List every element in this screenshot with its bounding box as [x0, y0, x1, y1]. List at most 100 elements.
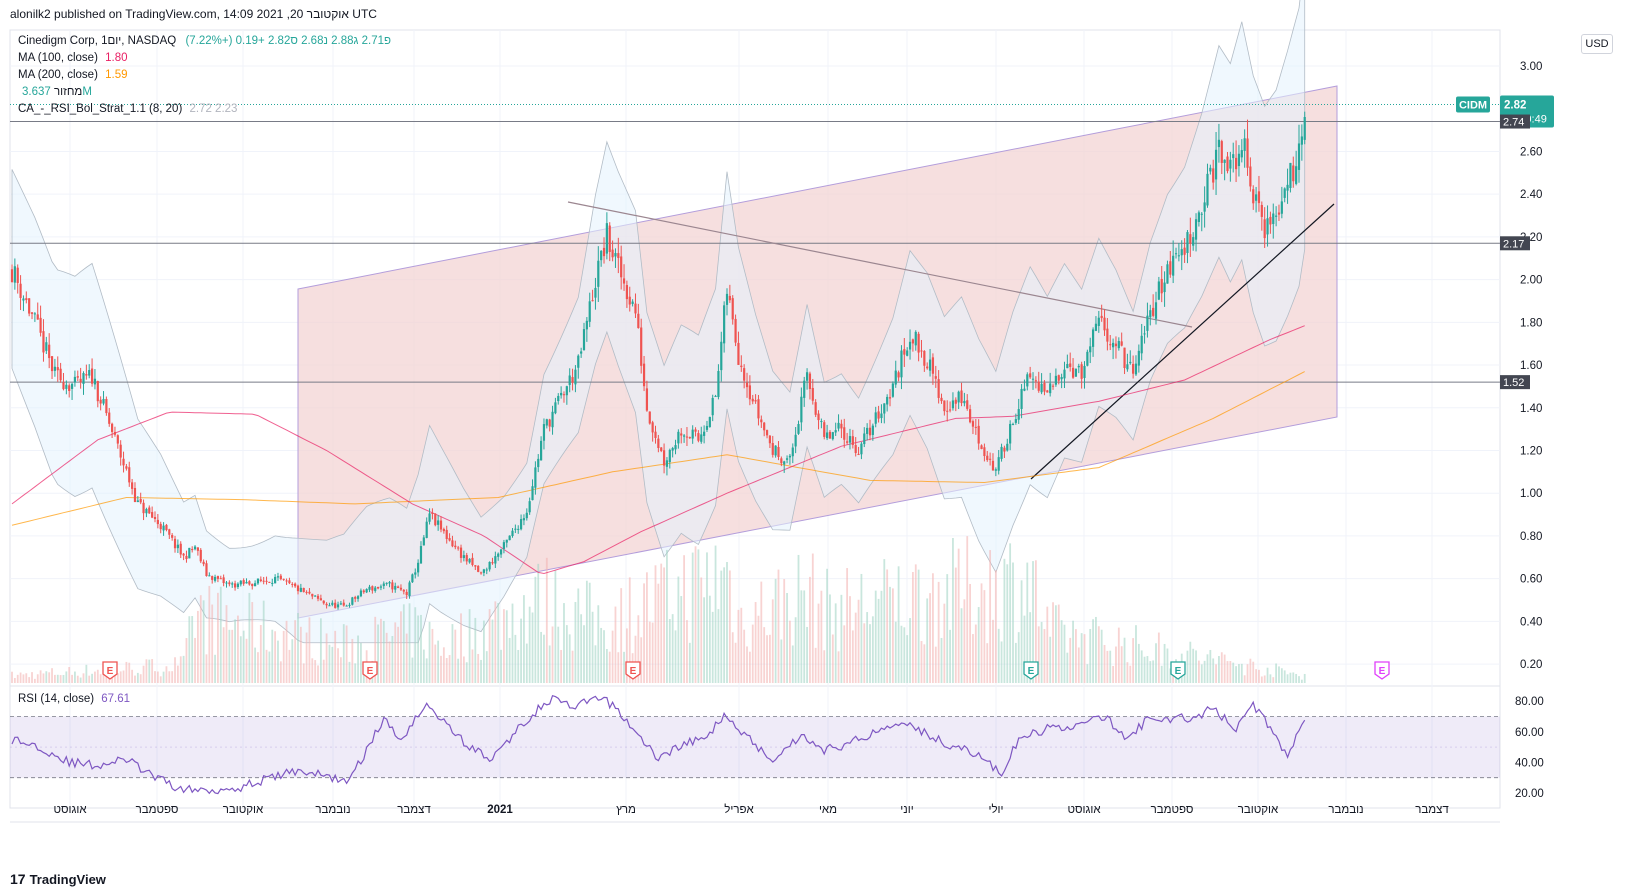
rsi-tick-label: 40.00 — [1515, 757, 1544, 769]
candle-body — [1269, 216, 1272, 225]
candle-body — [336, 604, 340, 608]
earnings-marker-6[interactable]: E — [1374, 661, 1390, 680]
candle-body — [288, 580, 291, 584]
volume-bar — [1066, 652, 1069, 683]
volume-bar — [983, 590, 986, 683]
legend-ma100-row[interactable]: MA (100, close) 1.80 — [18, 52, 128, 64]
volume-bar — [763, 627, 766, 683]
candle-body — [605, 223, 608, 254]
volume-bar — [503, 609, 505, 683]
legend-volume-label: מחזור — [53, 86, 83, 98]
volume-bar — [159, 676, 162, 683]
volume-bar — [302, 663, 305, 683]
volume-bar — [823, 650, 826, 683]
volume-bar — [620, 588, 623, 683]
candle-body — [19, 283, 22, 298]
candle-body — [302, 588, 305, 592]
volume-bar — [500, 649, 502, 683]
volume-bar — [1109, 650, 1112, 683]
volume-bar — [1060, 620, 1063, 683]
candle-body — [608, 225, 611, 252]
volume-bar — [1163, 643, 1166, 683]
volume-bar — [1238, 664, 1240, 683]
candle-body — [577, 355, 580, 368]
candle-body — [239, 580, 242, 585]
volume-bar — [525, 643, 528, 683]
volume-bar — [563, 603, 565, 683]
volume-bar — [1243, 675, 1246, 683]
candle-body — [671, 448, 674, 451]
legend-strategy-row[interactable]: CA_-_RSI_Bol_Strat_1.1 (8, 20) 2.72 2.23 — [18, 103, 237, 115]
volume-bar — [1303, 673, 1306, 683]
candle-body — [680, 433, 683, 436]
legend-volume-row[interactable]: מחזור 3.637M — [18, 86, 92, 98]
volume-bar — [751, 624, 754, 683]
volume-bar — [874, 590, 877, 683]
volume-bar — [19, 672, 22, 683]
volume-bar — [208, 585, 211, 683]
volume-bar — [789, 620, 791, 683]
candle-body — [997, 457, 1000, 471]
candle-body — [199, 549, 202, 562]
candle-body — [514, 528, 517, 530]
volume-bar — [806, 626, 808, 683]
legend-symbol[interactable]: Cinedigm Corp, 1יום, NASDAQ — [18, 35, 176, 47]
candle-body — [691, 429, 694, 439]
volume-bar — [1166, 648, 1169, 683]
candle-body — [1089, 346, 1092, 353]
candle-body — [568, 375, 571, 385]
candle-body — [479, 572, 483, 574]
volume-bar — [145, 659, 148, 683]
volume-bar — [594, 645, 597, 683]
chart-canvas[interactable]: 3.002.602.402.202.001.801.601.401.201.00… — [0, 0, 1633, 893]
candle-body — [391, 582, 394, 590]
candle-body — [1217, 139, 1221, 148]
candle-body — [888, 397, 892, 399]
earnings-marker-label: E — [1028, 666, 1035, 677]
volume-bar — [623, 651, 625, 683]
candle-body — [808, 373, 812, 390]
candle-body — [419, 546, 423, 564]
volume-bar — [337, 648, 339, 683]
volume-bar — [165, 666, 168, 683]
volume-bar — [282, 630, 285, 683]
currency-button[interactable]: USD — [1581, 34, 1613, 54]
volume-bar — [76, 675, 79, 683]
volume-bar — [706, 552, 708, 683]
candle-body — [1186, 232, 1189, 253]
time-tick-label: דצמבר — [1415, 804, 1449, 816]
legend-ma200-row[interactable]: MA (200, close) 1.59 — [18, 69, 128, 81]
candle-body — [182, 553, 185, 556]
volume-bar — [551, 626, 554, 683]
volume-bar — [1157, 632, 1160, 683]
volume-bar — [442, 647, 445, 683]
legend-rsi-row[interactable]: RSI (14, close) 67.61 — [18, 693, 130, 705]
volume-bar — [929, 593, 931, 683]
candle-body — [711, 397, 714, 416]
volume-bar — [1186, 650, 1189, 683]
volume-bar — [1063, 624, 1066, 683]
volume-bar — [417, 615, 420, 683]
volume-bar — [402, 604, 405, 683]
volume-bar — [494, 601, 497, 683]
volume-bar — [703, 597, 706, 683]
candle-body — [245, 581, 248, 584]
candle-body — [1154, 302, 1158, 319]
volume-bar — [963, 599, 966, 683]
volume-bar — [217, 592, 219, 683]
candle-body — [986, 455, 989, 461]
candle-body — [1194, 219, 1198, 240]
volume-bar — [471, 649, 474, 683]
volume-bar — [605, 649, 608, 683]
candle-body — [745, 382, 749, 388]
volume-bar — [408, 603, 411, 683]
volume-bar — [179, 656, 182, 683]
volume-bar — [826, 568, 828, 683]
volume-bar — [1266, 667, 1269, 683]
candle-body — [1063, 369, 1066, 379]
volume-bar — [803, 590, 806, 683]
tradingview-footer[interactable]: 17 TradingView — [10, 871, 106, 887]
volume-bar — [22, 674, 25, 683]
volume-bar — [59, 675, 62, 683]
candle-body — [68, 385, 71, 391]
